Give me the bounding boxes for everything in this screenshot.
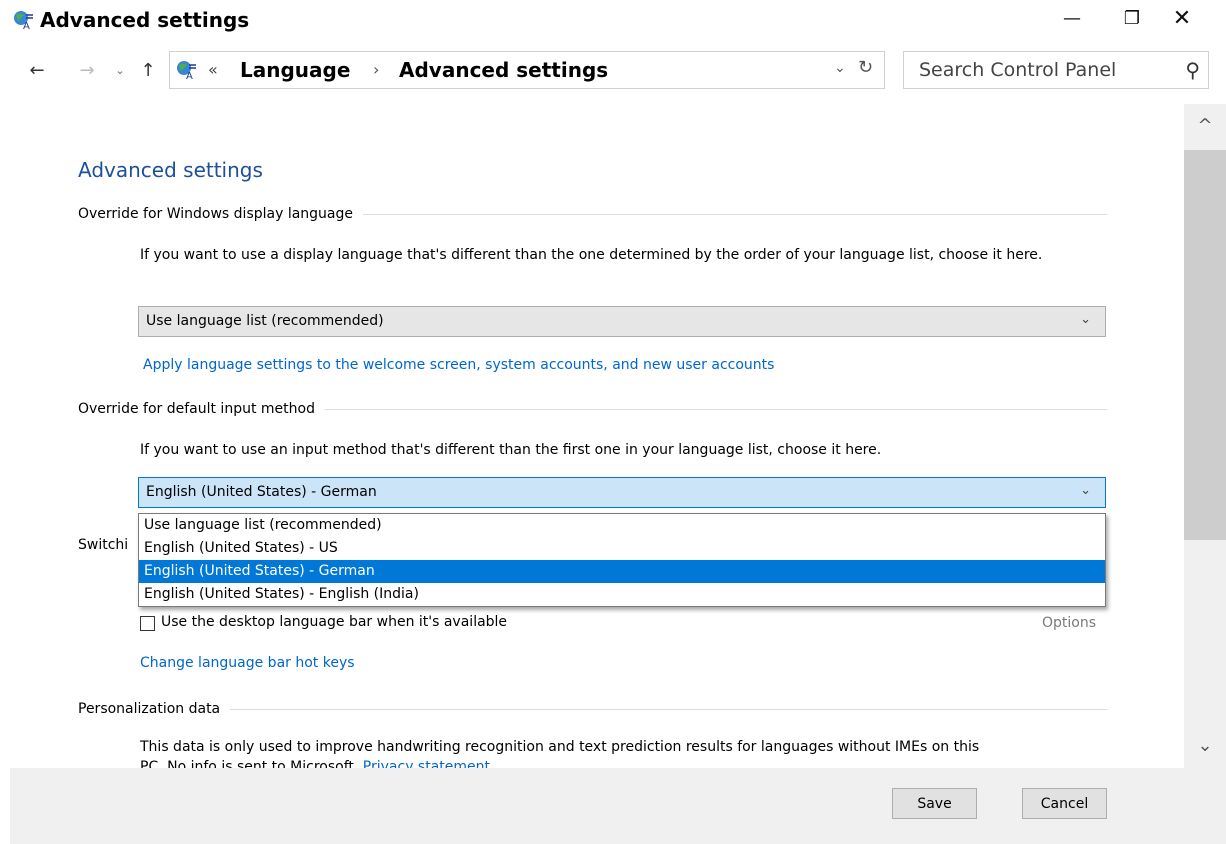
language-globe-icon: A: [14, 11, 33, 31]
input-method-heading-text: Override for default input method: [78, 401, 315, 417]
language-globe-icon: A: [177, 61, 196, 81]
privacy-statement-link[interactable]: Privacy statement: [363, 759, 490, 768]
breadcrumb-separator-icon[interactable]: ›: [373, 60, 379, 79]
display-language-selected: Use language list (recommended): [146, 313, 384, 329]
recent-locations-button[interactable]: ⌄: [112, 57, 128, 83]
input-method-description: If you want to use an input method that'…: [140, 442, 882, 458]
dropdown-option[interactable]: English (United States) - English (India…: [139, 583, 1105, 606]
display-language-heading-text: Override for Windows display language: [78, 206, 354, 222]
navigation-bar: ← → ⌄ ↑ A « Language › Advanced settings…: [0, 48, 1226, 92]
forward-button[interactable]: →: [74, 57, 100, 83]
breadcrumb-advanced-settings[interactable]: Advanced settings: [399, 58, 608, 82]
main-content: Advanced settings Override for Windows d…: [0, 100, 1180, 768]
window-title: Advanced settings: [40, 8, 250, 32]
svg-text:A: A: [23, 21, 30, 31]
dropdown-option-selected[interactable]: English (United States) - German: [139, 560, 1105, 583]
page-title: Advanced settings: [78, 158, 263, 182]
footer-bar: Save Cancel: [10, 768, 1226, 844]
input-method-select[interactable]: English (United States) - German ⌄: [138, 477, 1106, 508]
advanced-settings-window: A Advanced settings — ❐ ✕ ← → ⌄ ↑ A « La…: [0, 0, 1226, 844]
address-bar[interactable]: A « Language › Advanced settings ⌄ ↻: [169, 51, 885, 89]
desktop-language-bar-checkbox[interactable]: [140, 616, 155, 631]
breadcrumb-overflow-icon[interactable]: «: [208, 60, 218, 79]
display-language-description: If you want to use a display language th…: [140, 247, 1043, 263]
input-method-heading: Override for default input method: [78, 401, 1107, 417]
refresh-icon[interactable]: ↻: [858, 57, 873, 78]
display-language-select[interactable]: Use language list (recommended) ⌄: [138, 306, 1106, 337]
personalization-heading: Personalization data: [78, 701, 1107, 717]
scroll-down-icon[interactable]: ⌄: [1184, 730, 1226, 760]
search-placeholder: Search Control Panel: [919, 59, 1117, 81]
svg-text:A: A: [186, 71, 193, 81]
minimize-button[interactable]: —: [1044, 0, 1100, 36]
desktop-language-bar-label[interactable]: Use the desktop language bar when it's a…: [161, 614, 507, 630]
personalization-text-line1: This data is only used to improve handwr…: [140, 739, 980, 755]
close-button[interactable]: ✕: [1154, 0, 1210, 36]
divider: [324, 408, 1107, 410]
personalization-description: This data is only used to improve handwr…: [140, 737, 1120, 768]
cancel-button[interactable]: Cancel: [1022, 788, 1107, 819]
scroll-thumb[interactable]: [1184, 150, 1226, 540]
input-method-selected: English (United States) - German: [146, 484, 377, 500]
dropdown-option[interactable]: English (United States) - US: [139, 537, 1105, 560]
title-bar: A Advanced settings — ❐ ✕: [0, 0, 1226, 40]
breadcrumb-language[interactable]: Language: [240, 58, 350, 82]
change-hotkeys-link[interactable]: Change language bar hot keys: [140, 655, 355, 671]
chevron-down-icon: ⌄: [1080, 483, 1091, 498]
chevron-down-icon: ⌄: [1080, 312, 1091, 327]
address-dropdown-icon[interactable]: ⌄: [834, 60, 846, 76]
back-button[interactable]: ←: [24, 57, 50, 83]
save-button[interactable]: Save: [892, 788, 977, 819]
search-input[interactable]: Search Control Panel ⚲: [903, 51, 1209, 89]
display-language-heading: Override for Windows display language: [78, 206, 1107, 222]
divider: [363, 213, 1107, 215]
vertical-scrollbar[interactable]: ^ ⌄: [1184, 104, 1226, 768]
up-button[interactable]: ↑: [138, 57, 158, 83]
restore-button[interactable]: ❐: [1104, 0, 1160, 36]
dropdown-option[interactable]: Use language list (recommended): [139, 514, 1105, 537]
divider: [230, 708, 1107, 710]
scroll-up-icon[interactable]: ^: [1184, 110, 1226, 140]
apply-language-settings-link[interactable]: Apply language settings to the welcome s…: [143, 357, 774, 373]
switching-heading: Switchi: [78, 537, 129, 553]
options-link[interactable]: Options: [1042, 615, 1096, 631]
search-icon[interactable]: ⚲: [1185, 58, 1200, 82]
personalization-heading-text: Personalization data: [78, 701, 221, 717]
personalization-text-line2: PC. No info is sent to Microsoft.: [140, 759, 363, 768]
input-method-dropdown-list: Use language list (recommended) English …: [138, 513, 1106, 607]
